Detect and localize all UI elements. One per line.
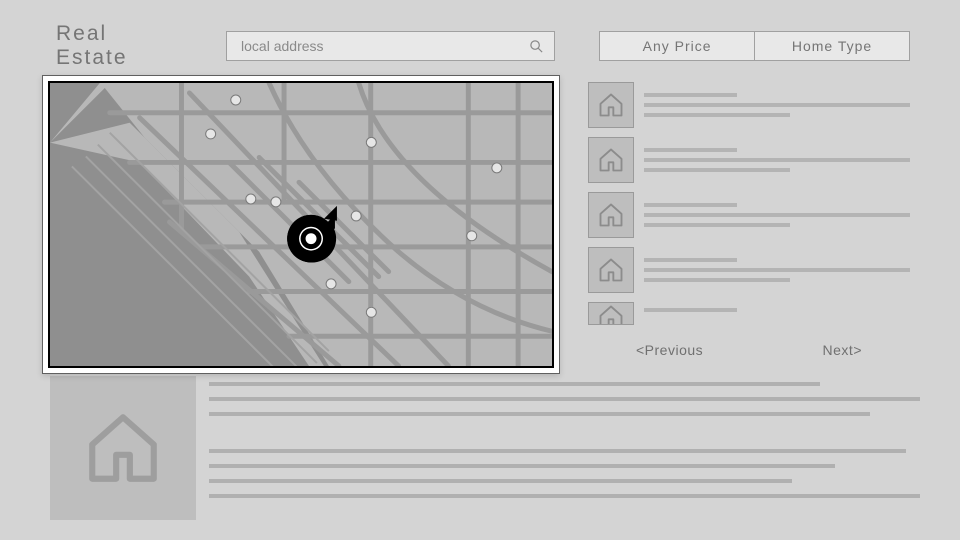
app-title: Real Estate [56, 22, 182, 70]
map-pin-icon[interactable] [467, 231, 477, 241]
map-pin-icon[interactable] [492, 163, 502, 173]
prev-button[interactable]: <Previous [636, 342, 703, 358]
detail-thumbnail[interactable] [50, 376, 196, 520]
placeholder-line [209, 464, 835, 468]
listing-row[interactable] [588, 82, 910, 128]
house-icon [588, 137, 634, 183]
placeholder-line [644, 158, 910, 162]
placeholder-line [644, 113, 790, 117]
listing-text [644, 192, 910, 238]
listing-text [644, 247, 910, 293]
listing-row[interactable] [588, 302, 910, 325]
placeholder-line [644, 93, 737, 97]
listing-row[interactable] [588, 247, 910, 293]
listing-row[interactable] [588, 137, 910, 183]
placeholder-line [644, 268, 910, 272]
placeholder-line [644, 148, 737, 152]
map-pin-icon[interactable] [271, 197, 281, 207]
map-pin-icon[interactable] [351, 211, 361, 221]
placeholder-line [644, 103, 910, 107]
listing-text [644, 82, 910, 128]
placeholder-line [644, 203, 737, 207]
map-main-pin-icon[interactable] [287, 206, 337, 263]
placeholder-line [644, 213, 910, 217]
placeholder-line [644, 278, 790, 282]
search-input[interactable] [241, 38, 528, 54]
map-pin-icon[interactable] [206, 129, 216, 139]
filter-type-button[interactable]: Home Type [755, 32, 909, 60]
placeholder-line [644, 258, 737, 262]
search-icon[interactable] [528, 38, 544, 54]
house-icon [588, 192, 634, 238]
placeholder-line [209, 382, 820, 386]
search-field-wrap [226, 31, 555, 61]
listing-row[interactable] [588, 192, 910, 238]
placeholder-line [644, 223, 790, 227]
house-icon [588, 247, 634, 293]
house-icon [588, 302, 634, 325]
detail-panel [50, 376, 920, 520]
map-pin-icon[interactable] [366, 307, 376, 317]
placeholder-line [209, 494, 920, 498]
listing-text [644, 137, 910, 183]
placeholder-line [209, 397, 920, 401]
placeholder-line [209, 449, 906, 453]
next-button[interactable]: Next> [823, 342, 862, 358]
pagination: <Previous Next> [588, 334, 910, 358]
map-panel [42, 75, 560, 374]
placeholder-line [644, 308, 737, 312]
placeholder-line [209, 479, 792, 483]
filter-group: Any Price Home Type [599, 31, 910, 61]
listing-text [644, 302, 910, 325]
placeholder-line [644, 168, 790, 172]
listings-panel: <Previous Next> [588, 82, 910, 358]
filter-price-button[interactable]: Any Price [600, 32, 755, 60]
map-canvas[interactable] [48, 81, 554, 368]
map-pin-icon[interactable] [326, 279, 336, 289]
detail-text [209, 376, 920, 520]
map-pin-icon[interactable] [246, 194, 256, 204]
placeholder-line [209, 412, 870, 416]
map-pin-icon[interactable] [366, 137, 376, 147]
map-pin-icon[interactable] [231, 95, 241, 105]
house-icon [588, 82, 634, 128]
